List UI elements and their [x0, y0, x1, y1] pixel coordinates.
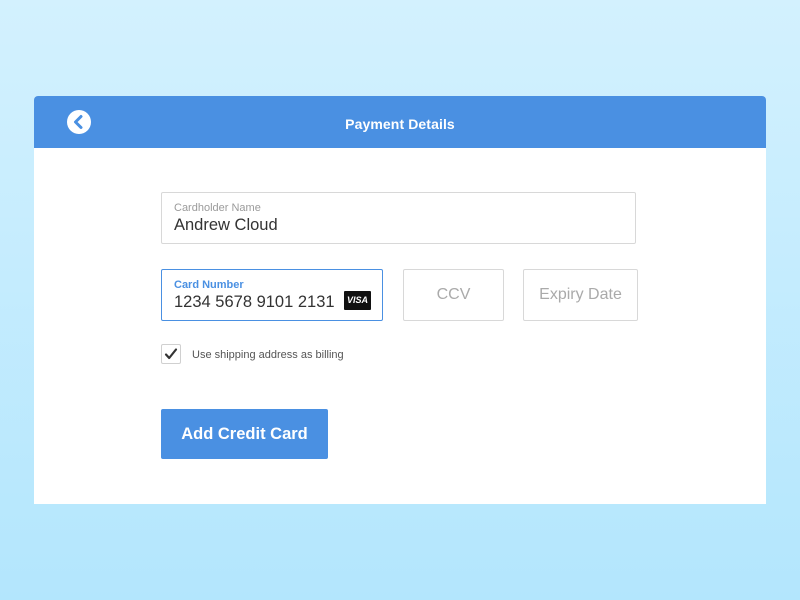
ccv-field[interactable]: CCV [403, 269, 504, 321]
billing-checkbox-label[interactable]: Use shipping address as billing [192, 349, 344, 361]
card-number-field[interactable]: Card Number 1234 5678 9101 2131 VISA [161, 269, 383, 321]
billing-checkbox[interactable] [161, 344, 181, 364]
cardholder-name-label: Cardholder Name [174, 202, 261, 214]
expiry-date-placeholder: Expiry Date [539, 286, 622, 303]
cardholder-name-field[interactable]: Cardholder Name Andrew Cloud [161, 192, 636, 244]
payment-details-window: Payment Details Cardholder Name Andrew C… [34, 96, 766, 504]
visa-icon: VISA [344, 291, 371, 310]
expiry-date-field[interactable]: Expiry Date [523, 269, 638, 321]
card-number-label: Card Number [174, 279, 244, 291]
card-number-value: 1234 5678 9101 2131 [174, 293, 335, 311]
cardholder-name-value: Andrew Cloud [174, 216, 278, 234]
header-bar: Payment Details [34, 96, 766, 148]
add-credit-card-button[interactable]: Add Credit Card [161, 409, 328, 459]
ccv-placeholder: CCV [436, 286, 471, 303]
page-title: Payment Details [345, 116, 455, 132]
checkmark-icon [164, 348, 178, 360]
